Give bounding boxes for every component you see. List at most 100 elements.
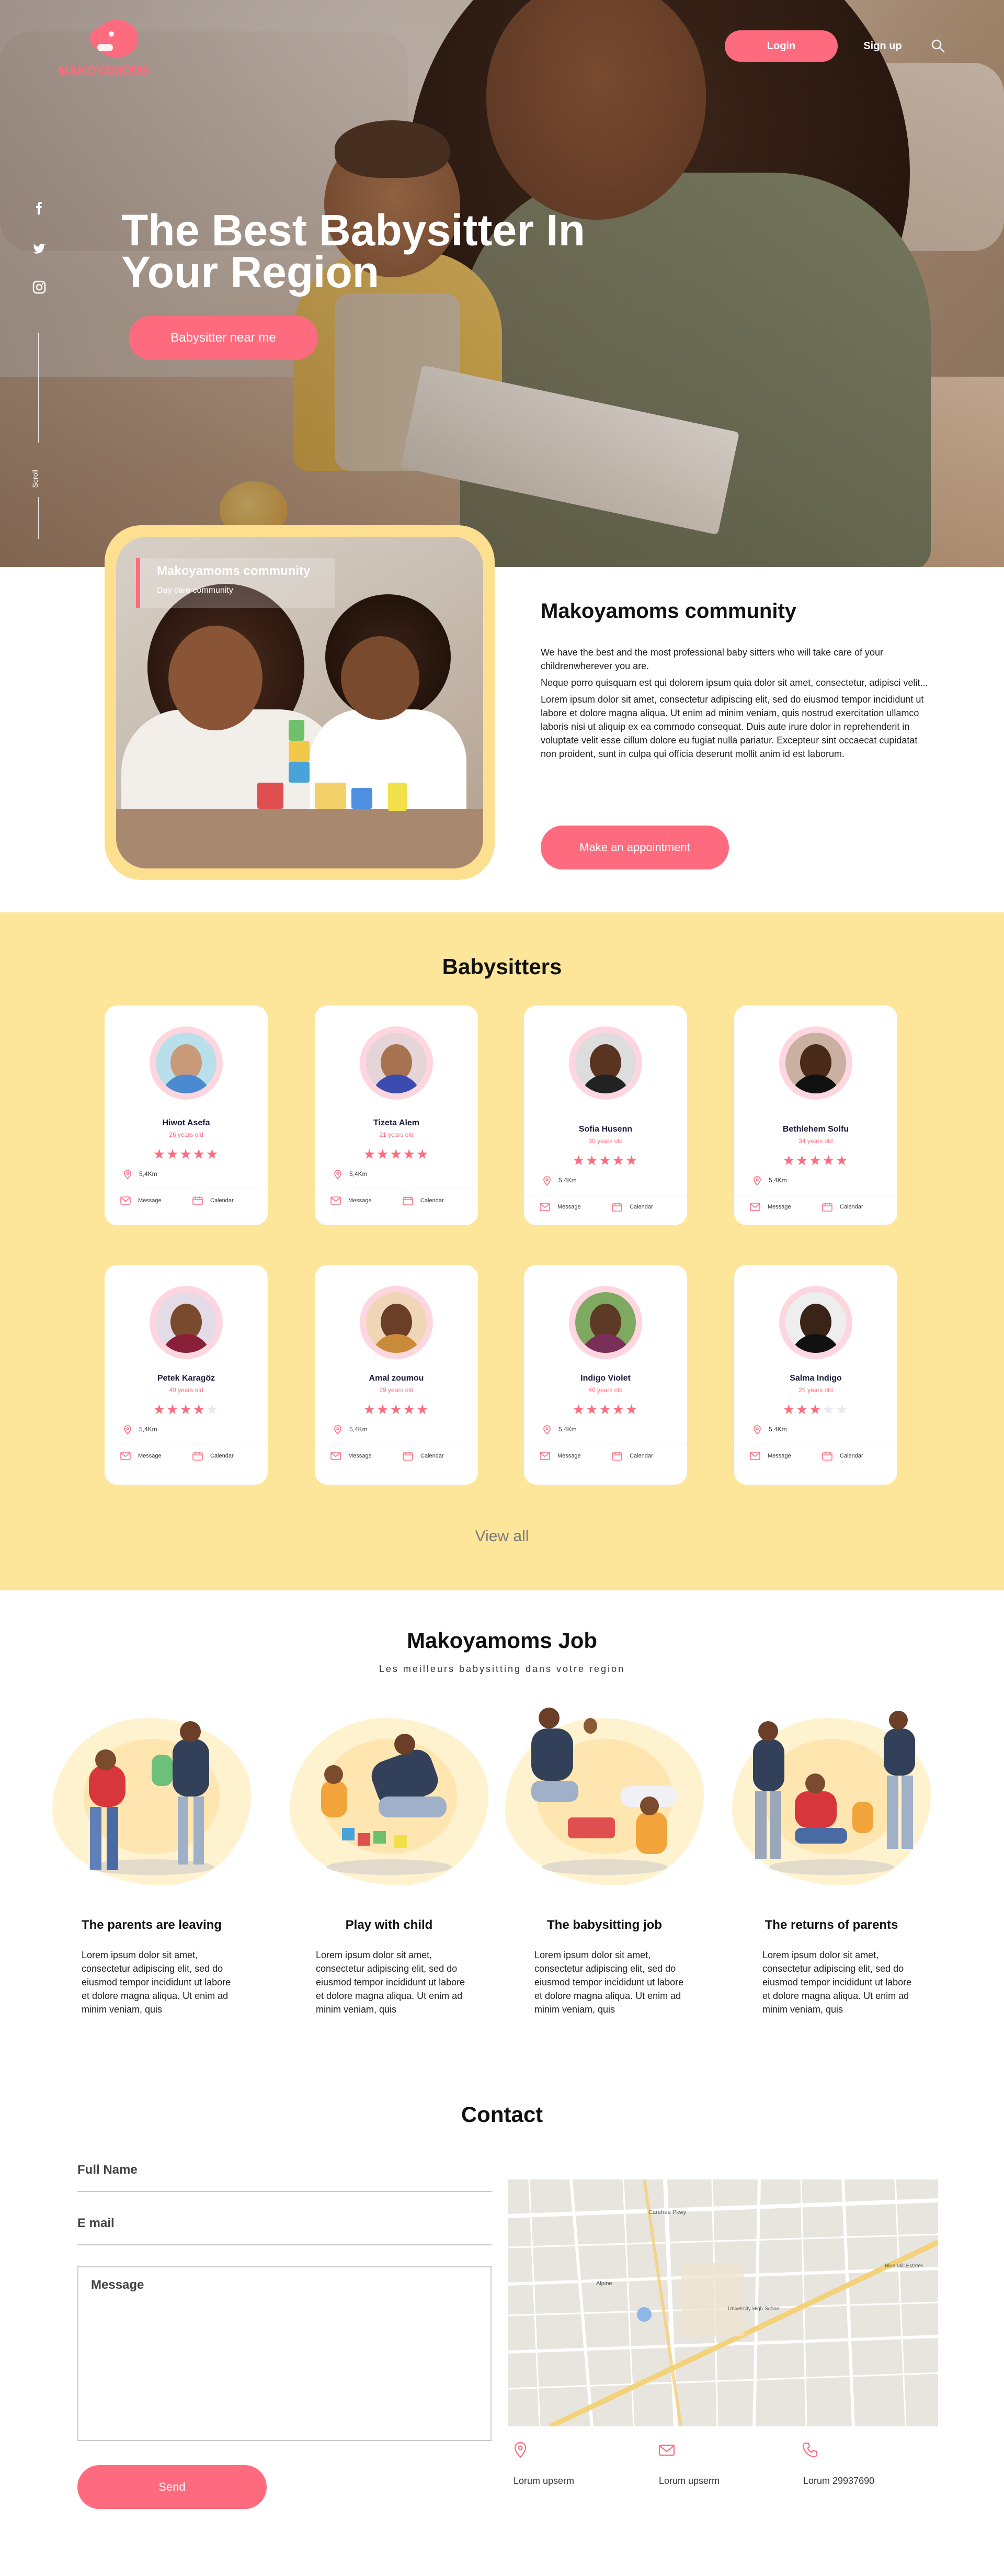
location-pin-icon [334,1170,341,1179]
message-action[interactable]: Message [540,1451,581,1461]
babysitter-card[interactable]: Sofia Husenn 30 years old ★★★★★ 5,4Km Messag… [524,1005,687,1225]
parents-return-illustration [732,1708,931,1896]
babysitter-age: 26 years old [169,1131,203,1138]
babysitter-age: 40 years old [588,1386,623,1394]
message-icon [540,1203,550,1211]
message-action[interactable]: Message [540,1202,581,1212]
babysitter-card[interactable]: Hiwot Asefa 26 years old ★★★★★ 5,4Km Message… [105,1005,268,1225]
community-tag-title: Makoyamoms community [157,564,311,578]
location-pin-icon [543,1425,551,1434]
message-icon [750,1452,760,1460]
message-action[interactable]: Message [330,1196,372,1205]
avatar [366,1292,427,1353]
elephant-logo-icon [90,20,138,58]
contact-phone: Lorum 29937690 [803,2476,875,2486]
contact-email: Lorum upserm [659,2476,720,2486]
message-action[interactable]: Message [750,1202,791,1212]
rating-stars: ★★★★★ [153,1402,220,1418]
message-action[interactable]: Message [750,1451,791,1461]
babysitter-card[interactable]: Indigo Violet 40 years old ★★★★★ 5,4Km Messa… [524,1265,687,1485]
facebook-icon[interactable] [31,201,47,217]
location-pin-icon [543,1176,551,1185]
location-pin-icon [124,1425,131,1434]
calendar-action[interactable]: Calendar [612,1451,653,1461]
login-button[interactable]: Login [725,30,838,62]
map-label: University High School [728,2306,781,2312]
send-button[interactable]: Send [77,2465,267,2509]
logo[interactable]: MAKOYAMOMS [59,18,150,81]
calendar-icon [403,1452,413,1461]
calendar-action[interactable]: Calendar [403,1196,444,1205]
play-with-child-illustration [290,1708,488,1896]
calendar-action[interactable]: Calendar [403,1451,444,1461]
babysitter-name: Petek Karagöz [157,1374,215,1383]
babysitter-age: 40 years old [169,1386,203,1394]
babysitter-card[interactable]: Amal zoumou 29 years old ★★★★★ 5,4Km Message… [315,1265,478,1485]
babysitter-card[interactable]: Tizeta Alem 21 years old ★★★★★ 5,4Km Message… [315,1005,478,1225]
babysitter-near-me-button[interactable]: Babysitter near me [129,316,318,360]
babysitter-distance: 5,4Km [334,1425,368,1434]
map-label: Carefree Pkwy [648,2209,687,2216]
calendar-icon [822,1203,832,1212]
avatar [785,1033,846,1093]
babysitter-card[interactable]: Bethlehem Solfu 34 years old ★★★★★ 5,4Km Mes… [734,1005,897,1225]
calendar-icon [403,1196,413,1205]
babysitter-distance: 5,4Km [753,1425,787,1434]
community-description: We have the best and the most profession… [541,646,933,764]
message-textarea[interactable] [77,2266,492,2441]
avatar [156,1292,216,1353]
signup-button[interactable]: Sign up [851,30,914,62]
message-action[interactable]: Message [120,1196,162,1205]
babysitter-distance: 5,4Km [334,1170,368,1179]
job-text: Lorem ipsum dolor sit amet, consectetur … [82,1950,231,2015]
view-all-link[interactable]: View all [0,1528,1004,1545]
babysitter-name: Amal zoumou [369,1374,424,1383]
avatar [575,1292,636,1353]
calendar-action[interactable]: Calendar [192,1196,234,1205]
calendar-icon [822,1452,832,1461]
babysitter-age: 21 years old [379,1131,414,1138]
babysitter-age: 29 years old [379,1386,414,1394]
babysitter-age: 30 years old [588,1137,623,1145]
email-field[interactable]: E mail [77,2216,115,2231]
mail-icon [658,2441,676,2459]
calendar-action[interactable]: Calendar [612,1202,653,1212]
rating-stars: ★★★★★ [153,1147,220,1162]
babysitter-name: Indigo Violet [580,1374,631,1383]
location-pin-icon [754,1176,761,1185]
avatar [575,1033,636,1093]
location-map[interactable]: Carefree Pkwy Alpine University High Sch… [508,2179,938,2426]
avatar [366,1033,427,1093]
message-action[interactable]: Message [330,1451,372,1461]
location-pin-icon [754,1425,761,1434]
search-icon[interactable] [930,38,946,54]
scroll-label[interactable]: Scroll [31,467,47,490]
babysitter-distance: 5,4Km [543,1425,577,1434]
message-icon [330,1196,341,1205]
instagram-icon[interactable] [31,279,47,295]
rating-stars: ★★★★★ [363,1402,430,1418]
location-pin-icon [124,1170,131,1179]
job-caption: Play with child [345,1918,433,1932]
rating-stars: ★★★★★ [572,1153,639,1169]
twitter-icon[interactable] [31,241,47,256]
rating-stars: ★★★★★ [782,1402,849,1418]
calendar-icon [612,1203,622,1212]
message-action[interactable]: Message [120,1451,162,1461]
rating-stars: ★★★★★ [363,1147,430,1162]
calendar-action[interactable]: Calendar [822,1202,863,1212]
make-appointment-button[interactable]: Make an appointment [541,826,729,869]
babysitter-name: Sofia Husenn [578,1125,633,1134]
babysitter-card[interactable]: Salma Indigo 25 years old ★★★★★ 5,4Km Messag… [734,1265,897,1485]
full-name-field[interactable]: Full Name [77,2163,138,2177]
map-label: Alpine [596,2280,612,2287]
location-icon [511,2441,529,2459]
job-caption: The babysitting job [547,1918,662,1932]
babysitter-card[interactable]: Petek Karagöz 40 years old ★★★★★ 5,4Km Messa… [105,1265,268,1485]
calendar-action[interactable]: Calendar [822,1451,863,1461]
message-icon [540,1452,550,1460]
rating-stars: ★★★★★ [782,1153,849,1169]
message-placeholder: Message [91,2278,144,2292]
calendar-action[interactable]: Calendar [192,1451,234,1461]
babysitter-distance: 5,4Km [123,1170,157,1179]
